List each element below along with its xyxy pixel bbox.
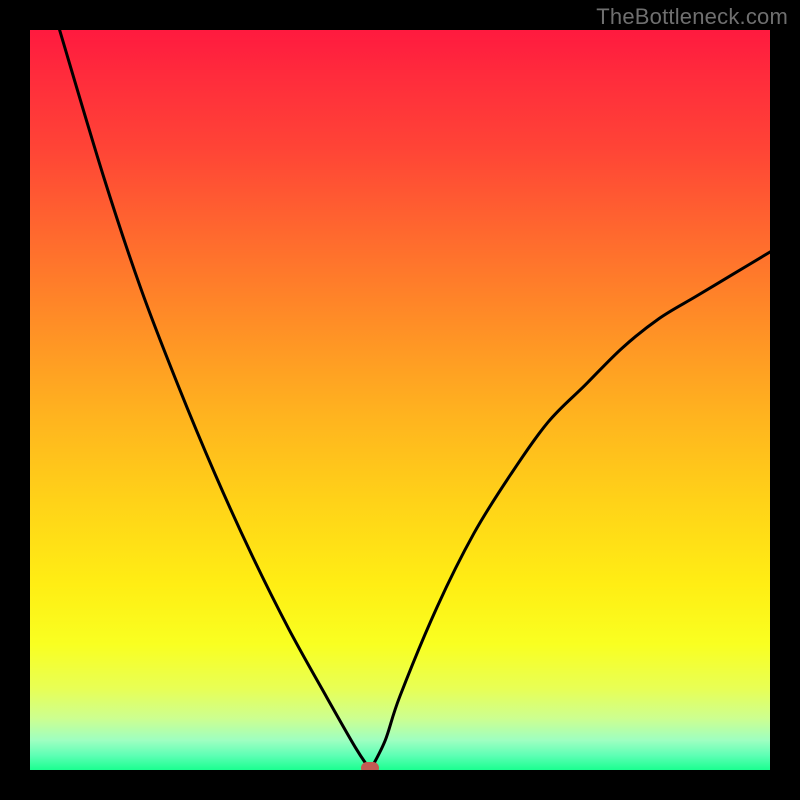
curve-left-branch <box>60 30 371 770</box>
chart-frame: TheBottleneck.com <box>0 0 800 800</box>
curve-right-branch <box>370 252 770 770</box>
curve-layer <box>30 30 770 770</box>
bottleneck-marker <box>361 762 379 770</box>
watermark-text: TheBottleneck.com <box>596 4 788 30</box>
plot-area <box>30 30 770 770</box>
